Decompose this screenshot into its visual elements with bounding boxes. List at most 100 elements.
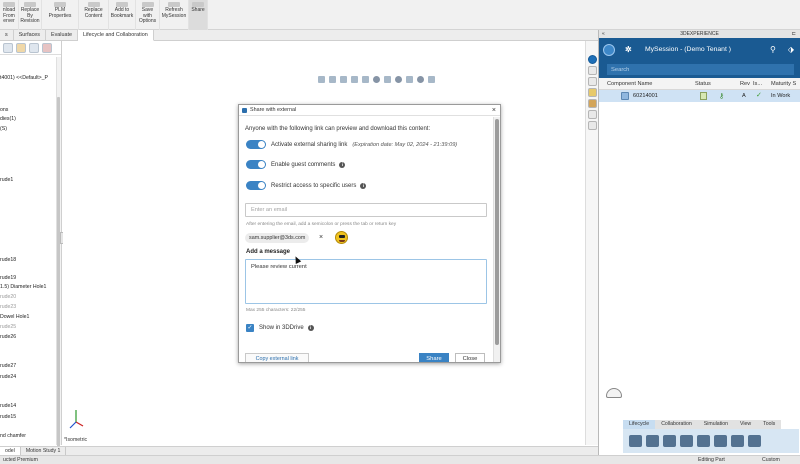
compass-icon[interactable]: [603, 44, 615, 56]
appearances-icon[interactable]: [588, 110, 597, 119]
restrict-access-toggle[interactable]: [246, 181, 266, 190]
download-from-server-button[interactable]: nload From erver: [0, 0, 19, 30]
tab-surfaces[interactable]: Surfaces: [14, 30, 46, 41]
zoom-to-fit-icon[interactable]: [318, 76, 325, 83]
zoom-area-icon[interactable]: [329, 76, 336, 83]
collapse-arrows-icon[interactable]: «: [602, 30, 605, 38]
previous-view-icon[interactable]: [340, 76, 347, 83]
maturity-tool-icon[interactable]: [663, 435, 676, 447]
share-button[interactable]: Share: [419, 353, 449, 362]
display-style-icon[interactable]: [384, 76, 391, 83]
scrollbar-thumb[interactable]: [495, 119, 499, 345]
col-status[interactable]: Status: [695, 81, 711, 87]
tab-model[interactable]: odel: [0, 447, 21, 455]
view-palette-icon[interactable]: [588, 99, 597, 108]
replace-content-button[interactable]: Replace Content: [79, 0, 109, 30]
email-input[interactable]: [245, 203, 487, 217]
tree-item[interactable]: rude25: [0, 324, 16, 330]
hide-show-icon[interactable]: [395, 76, 402, 83]
refresh-mysession-button[interactable]: Refresh MySession: [160, 0, 189, 30]
tree-item[interactable]: rude27: [0, 363, 16, 369]
search-icon[interactable]: ⚲: [770, 45, 776, 54]
tree-item[interactable]: rude24: [0, 374, 16, 380]
config-manager-icon[interactable]: [29, 42, 39, 53]
tree-item[interactable]: rude20: [0, 294, 16, 300]
file-explorer-icon[interactable]: [588, 88, 597, 97]
col-maturity[interactable]: Maturity S: [771, 81, 796, 87]
col-is[interactable]: Is...: [753, 81, 762, 87]
tab-lifecycle[interactable]: Lifecycle: [623, 420, 656, 429]
tree-item[interactable]: rude26: [0, 334, 16, 340]
share-ribbon-button[interactable]: Share: [189, 0, 208, 30]
info-icon[interactable]: i: [307, 324, 314, 331]
edit-appearance-icon[interactable]: [406, 76, 413, 83]
message-textarea[interactable]: Please review current: [245, 259, 487, 304]
tab-collaboration[interactable]: Collaboration: [655, 420, 698, 429]
info-icon[interactable]: i: [339, 161, 346, 168]
scrollbar-thumb[interactable]: [57, 97, 60, 447]
dynamic-annotation-icon[interactable]: [362, 76, 369, 83]
feature-manager-icon[interactable]: [3, 42, 13, 53]
tab-simulation[interactable]: Simulation: [698, 420, 734, 429]
tree-item[interactable]: (S): [0, 126, 7, 132]
tree-item[interactable]: rude23: [0, 304, 16, 310]
tab-s[interactable]: s: [0, 30, 14, 41]
table-row[interactable]: 60214001 ⚷ A ✓ In Work: [599, 90, 800, 102]
feature-tree-scrollbar[interactable]: [56, 57, 61, 447]
status-units[interactable]: Custom: [762, 457, 780, 463]
tree-item[interactable]: rude14: [0, 403, 16, 409]
scene-icon[interactable]: [417, 76, 424, 83]
tab-evaluate[interactable]: Evaluate: [46, 30, 78, 41]
show-in-3ddrive-checkbox[interactable]: ✓: [246, 323, 254, 332]
tree-item[interactable]: 1.5) Diameter Hole1: [0, 284, 46, 290]
lifecycle-tool-icon[interactable]: [629, 435, 642, 447]
add-to-bookmark-button[interactable]: Add to Bookmark: [109, 0, 136, 30]
col-rev[interactable]: Rev: [740, 81, 750, 87]
remove-chip-icon[interactable]: ×: [319, 233, 323, 243]
tree-item[interactable]: t4001) <<Default>_P: [0, 75, 48, 81]
helmet-icon[interactable]: [606, 388, 622, 398]
resources-icon[interactable]: [588, 66, 597, 75]
tab-lifecycle-collaboration[interactable]: Lifecycle and Collaboration: [77, 30, 154, 41]
tree-item[interactable]: ons: [0, 107, 8, 113]
view-orientation-icon[interactable]: [373, 76, 380, 83]
section-view-icon[interactable]: [351, 76, 358, 83]
info-icon[interactable]: i: [360, 182, 367, 189]
plm-properties-button[interactable]: PLM Properties: [42, 0, 79, 30]
tab-view[interactable]: View: [734, 420, 757, 429]
col-component-name[interactable]: Component Name: [607, 81, 652, 87]
copy-link-button[interactable]: Copy external link: [245, 353, 309, 362]
compare-tool-icon[interactable]: [697, 435, 710, 447]
pin-icon[interactable]: ⊏: [792, 30, 796, 38]
tree-item[interactable]: rude19: [0, 275, 16, 281]
close-icon[interactable]: ×: [492, 105, 496, 116]
tree-item[interactable]: rude1: [0, 177, 13, 183]
custom-properties-icon[interactable]: [588, 121, 597, 130]
tree-item[interactable]: Dowel Hole1: [0, 314, 29, 320]
property-manager-icon[interactable]: [16, 42, 26, 53]
tree-item[interactable]: rude18: [0, 257, 16, 263]
appearance-icon[interactable]: [42, 42, 52, 53]
export-tool-icon[interactable]: [731, 435, 744, 447]
close-button[interactable]: Close: [455, 353, 485, 362]
activate-link-toggle[interactable]: [246, 140, 266, 149]
replace-by-revision-button[interactable]: Replace By Revision: [19, 0, 42, 30]
tree-item[interactable]: nd chamfer: [0, 433, 26, 439]
collab-tool-icon[interactable]: [680, 435, 693, 447]
session-selector[interactable]: MySession - (Demo Tenant ): [645, 46, 731, 53]
transfer-tool-icon[interactable]: [714, 435, 727, 447]
guest-comments-toggle[interactable]: [246, 160, 266, 169]
design-library-icon[interactable]: [588, 77, 597, 86]
3dexperience-globe-icon[interactable]: [588, 55, 597, 64]
session-search-input[interactable]: [607, 64, 794, 75]
save-with-options-button[interactable]: Save with Options: [136, 0, 160, 30]
tab-motion-study[interactable]: Motion Study 1: [21, 447, 67, 455]
tag-icon[interactable]: ⬗: [788, 45, 794, 54]
tree-item[interactable]: rude15: [0, 414, 16, 420]
dialog-scrollbar[interactable]: [493, 117, 500, 362]
revision-tool-icon[interactable]: [646, 435, 659, 447]
import-tool-icon[interactable]: [748, 435, 761, 447]
view-settings-icon[interactable]: [428, 76, 435, 83]
tree-item[interactable]: dies(1): [0, 116, 16, 122]
tab-tools[interactable]: Tools: [757, 420, 781, 429]
